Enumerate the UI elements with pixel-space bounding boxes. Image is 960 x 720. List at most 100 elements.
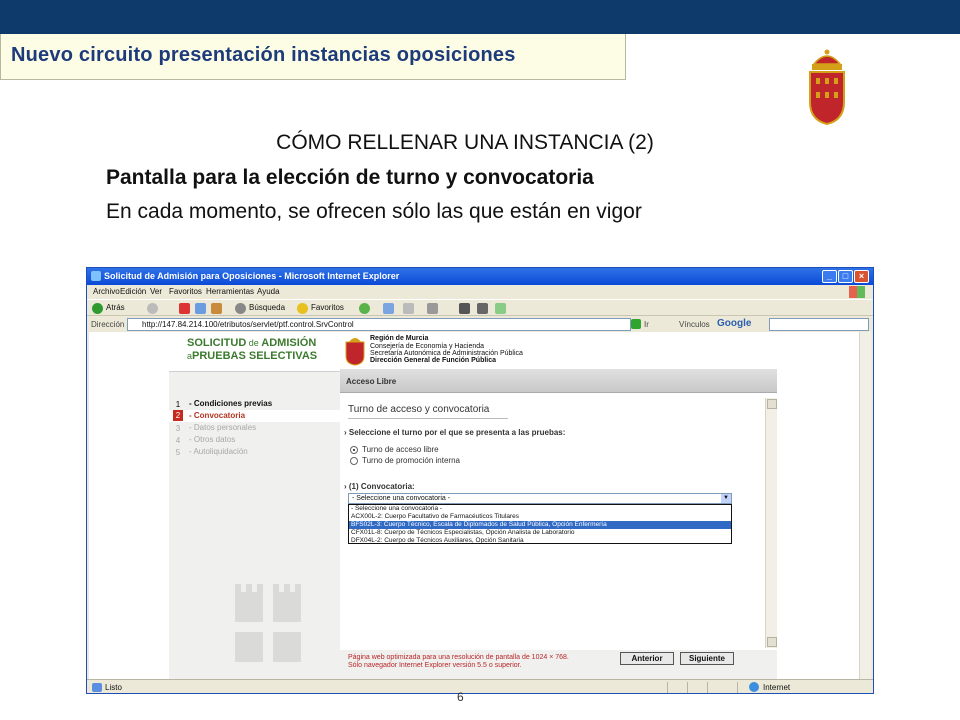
radio-promocion-interna-label[interactable]: Turno de promoción interna bbox=[362, 456, 460, 465]
go-button[interactable]: Ir bbox=[644, 320, 649, 329]
search-button-label[interactable]: Búsqueda bbox=[249, 303, 285, 312]
logo-line-1: SOLICITUD de ADMISIÓN bbox=[187, 337, 317, 349]
institution-header: Región de Murcia Consejería de Economía … bbox=[340, 332, 777, 372]
next-button[interactable]: Siguiente bbox=[680, 652, 734, 665]
menu-bar: Archivo Edición Ver Favoritos Herramient… bbox=[87, 285, 873, 299]
convocatoria-select[interactable]: - Seleccione una convocatoria - ▼ bbox=[348, 493, 732, 504]
footnote-resolution: Página web optimizada para una resolució… bbox=[348, 654, 569, 661]
section-bar-label: Acceso Libre bbox=[346, 377, 397, 386]
address-label: Dirección bbox=[91, 320, 125, 329]
chevron-down-icon[interactable]: ▼ bbox=[721, 494, 731, 503]
slide-subheading: Pantalla para la elección de turno y con… bbox=[106, 166, 594, 189]
browser-title-bar: Solicitud de Admisión para Oposiciones -… bbox=[87, 268, 873, 285]
step-2[interactable]: 2 - Convocatoria bbox=[169, 410, 340, 422]
castle-watermark-icon bbox=[235, 584, 301, 662]
step-1[interactable]: 1 - Condiciones previas bbox=[169, 398, 340, 410]
footer: Página web optimizada para una resolució… bbox=[340, 650, 777, 679]
slide-description: En cada momento, se ofrecen sólo las que… bbox=[106, 200, 642, 223]
page-number: 6 bbox=[457, 690, 464, 704]
convocatoria-option[interactable]: ACX00L-2: Cuerpo Facultativo de Farmacéu… bbox=[349, 513, 731, 521]
scroll-up-icon[interactable] bbox=[767, 399, 777, 409]
status-divider bbox=[687, 682, 688, 693]
step-3-label: - Datos personales bbox=[189, 423, 257, 432]
form-scrollbar[interactable] bbox=[765, 398, 777, 648]
step-5: 5 - Autoliquidación bbox=[175, 447, 248, 457]
discuss-icon[interactable] bbox=[477, 303, 488, 314]
radio-turno-libre[interactable] bbox=[350, 446, 358, 454]
status-divider bbox=[707, 682, 708, 693]
page-status-icon bbox=[92, 683, 102, 692]
convocatoria-option[interactable]: CFX01L-8: Cuerpo de Técnicos Especialist… bbox=[349, 529, 731, 537]
menu-edicion[interactable]: Edición bbox=[120, 287, 146, 296]
menu-ver[interactable]: Ver bbox=[150, 287, 162, 296]
messenger-icon[interactable] bbox=[495, 303, 506, 314]
radio-turno-libre-label[interactable]: Turno de acceso libre bbox=[362, 445, 439, 454]
address-input[interactable]: http://147.84.214.100/etributos/servlet/… bbox=[127, 318, 631, 331]
convocatoria-dropdown: - Seleccione una convocatoria - ACX00L-2… bbox=[348, 504, 732, 544]
status-text: Listo bbox=[105, 683, 122, 692]
forward-arrow-icon[interactable] bbox=[147, 303, 158, 314]
search-icon[interactable] bbox=[235, 303, 246, 314]
internet-zone-icon bbox=[749, 682, 759, 692]
page-scrollbar[interactable] bbox=[859, 332, 871, 679]
mail-icon[interactable] bbox=[403, 303, 414, 314]
murcia-crest-icon bbox=[809, 49, 845, 126]
home-icon[interactable] bbox=[211, 303, 222, 314]
status-divider bbox=[667, 682, 668, 693]
media-icon[interactable] bbox=[359, 303, 370, 314]
back-arrow-icon[interactable] bbox=[92, 303, 103, 314]
back-button-label[interactable]: Atrás bbox=[106, 303, 125, 312]
menu-ayuda[interactable]: Ayuda bbox=[257, 287, 280, 296]
go-arrow-icon[interactable] bbox=[631, 319, 641, 329]
ie-app-icon bbox=[91, 271, 101, 281]
windows-logo-icon bbox=[849, 286, 865, 298]
radio-promocion-interna[interactable] bbox=[350, 457, 358, 465]
print-icon[interactable] bbox=[427, 303, 438, 314]
turn-question: › Seleccione el turno por el que se pres… bbox=[344, 428, 566, 437]
browser-window-title: Solicitud de Admisión para Oposiciones -… bbox=[104, 271, 400, 281]
close-button[interactable]: × bbox=[854, 270, 869, 283]
favorites-star-icon[interactable] bbox=[297, 303, 308, 314]
menu-archivo[interactable]: Archivo bbox=[93, 287, 120, 296]
slide-top-bar bbox=[0, 0, 960, 34]
refresh-icon[interactable] bbox=[195, 303, 206, 314]
form-title-divider bbox=[348, 418, 508, 419]
convocatoria-option-highlighted[interactable]: BFS02L-3: Cuerpo Técnico, Escala de Dipl… bbox=[349, 521, 731, 529]
browser-toolbar: Atrás Búsqueda Favoritos bbox=[87, 299, 873, 316]
browser-content: SOLICITUD de ADMISIÓN aPRUEBAS SELECTIVA… bbox=[89, 332, 871, 679]
footnote-browser: Sólo navegador Internet Explorer versión… bbox=[348, 662, 522, 669]
previous-button[interactable]: Anterior bbox=[620, 652, 674, 665]
header-ministry: Consejería de Economía y Hacienda bbox=[370, 343, 485, 350]
convocatoria-option[interactable]: - Seleccione una convocatoria - bbox=[349, 505, 731, 513]
step-4: 4 - Otros datos bbox=[175, 435, 236, 445]
steps-nav: 1 - Condiciones previas 2 - Convocatoria… bbox=[169, 398, 340, 458]
maximize-button[interactable]: □ bbox=[838, 270, 853, 283]
google-search-input[interactable] bbox=[769, 318, 869, 331]
form-area: Turno de acceso y convocatoria › Selecci… bbox=[340, 398, 765, 642]
step-5-label: - Autoliquidación bbox=[189, 447, 248, 456]
zone-text: Internet bbox=[763, 683, 791, 692]
header-secretariat: Secretaría Autonómica de Administración … bbox=[370, 350, 523, 357]
minimize-button[interactable]: _ bbox=[822, 270, 837, 283]
address-bar: Dirección http://147.84.214.100/etributo… bbox=[87, 316, 873, 332]
convocatoria-label: › (1) Convocatoria: bbox=[344, 482, 415, 491]
slide-title-box: Nuevo circuito presentación instancias o… bbox=[0, 34, 626, 80]
slide-title: Nuevo circuito presentación instancias o… bbox=[11, 44, 516, 66]
links-label[interactable]: Vínculos bbox=[679, 320, 710, 329]
app-logo: SOLICITUD de ADMISIÓN aPRUEBAS SELECTIVA… bbox=[169, 332, 340, 372]
menu-favoritos[interactable]: Favoritos bbox=[169, 287, 202, 296]
logo-line-2: aPRUEBAS SELECTIVAS bbox=[187, 350, 318, 362]
favorites-button-label[interactable]: Favoritos bbox=[311, 303, 344, 312]
menu-herramientas[interactable]: Herramientas bbox=[206, 287, 254, 296]
history-icon[interactable] bbox=[383, 303, 394, 314]
convocatoria-option[interactable]: DFX04L-2: Cuerpo de Técnicos Auxiliares,… bbox=[349, 537, 731, 545]
form-title: Turno de acceso y convocatoria bbox=[348, 404, 490, 415]
section-bar: Acceso Libre bbox=[340, 369, 777, 393]
step-4-label: - Otros datos bbox=[189, 435, 236, 444]
header-region: Región de Murcia bbox=[370, 335, 429, 342]
step-3: 3 - Datos personales bbox=[175, 423, 257, 433]
scroll-down-icon[interactable] bbox=[767, 637, 777, 647]
edit-icon[interactable] bbox=[459, 303, 470, 314]
google-toolbar-logo[interactable]: Google bbox=[717, 318, 751, 329]
stop-icon[interactable] bbox=[179, 303, 190, 314]
